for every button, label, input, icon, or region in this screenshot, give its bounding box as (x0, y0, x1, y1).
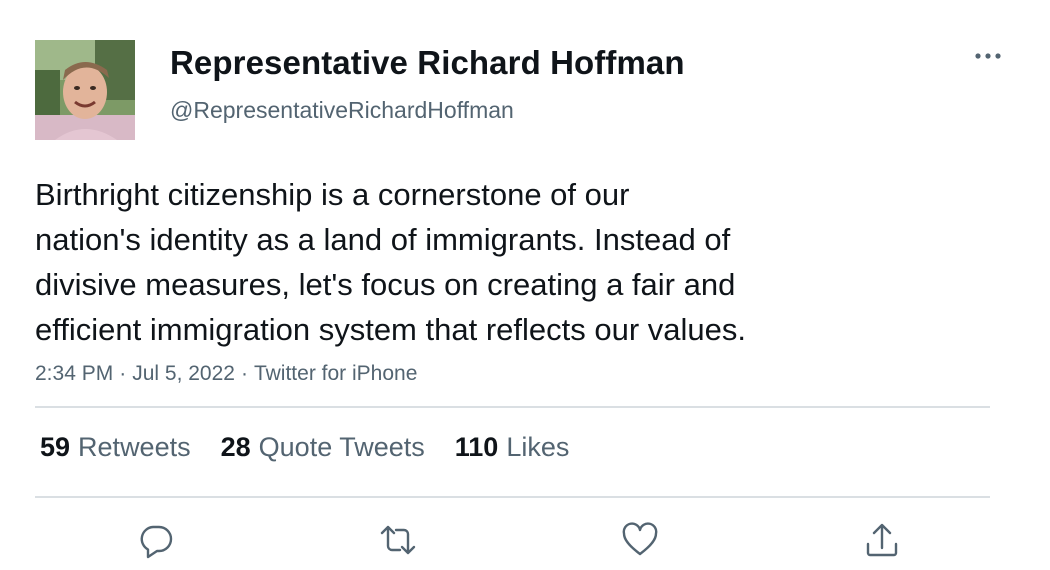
tweet-source[interactable]: Twitter for iPhone (254, 362, 417, 385)
retweets-stat[interactable]: 59 Retweets (40, 432, 191, 463)
tweet-date[interactable]: Jul 5, 2022 (132, 362, 235, 385)
tweet-text-line: Birthright citizenship is a cornerstone … (35, 177, 630, 212)
retweets-label: Retweets (78, 432, 191, 462)
author-display-name[interactable]: Representative Richard Hoffman (170, 44, 685, 82)
like-icon[interactable] (620, 520, 660, 560)
likes-count: 110 (454, 432, 499, 462)
divider (35, 496, 990, 498)
tweet-time[interactable]: 2:34 PM (35, 362, 113, 385)
tweet-text-line: efficient immigration system that reflec… (35, 312, 746, 347)
reply-icon[interactable] (136, 520, 176, 560)
more-horizontal-icon[interactable] (972, 44, 1004, 68)
author-handle[interactable]: @RepresentativeRichardHoffman (170, 97, 514, 124)
quote-tweets-stat[interactable]: 28 Quote Tweets (221, 432, 425, 463)
likes-label: Likes (506, 432, 570, 462)
quote-tweets-count: 28 (220, 432, 251, 462)
quote-tweets-label: Quote Tweets (258, 432, 425, 462)
tweet-metadata: 2:34 PM · Jul 5, 2022 · Twitter for iPhone (35, 362, 417, 386)
meta-separator: · (119, 362, 127, 385)
tweet-text-line: divisive measures, let's focus on creati… (35, 267, 736, 302)
meta-separator: · (240, 362, 248, 385)
tweet-text-line: nation's identity as a land of immigrant… (35, 222, 731, 257)
avatar[interactable] (35, 40, 135, 140)
likes-stat[interactable]: 110 Likes (455, 432, 570, 463)
tweet-text: Birthright citizenship is a cornerstone … (35, 172, 935, 352)
share-icon[interactable] (862, 520, 902, 560)
divider (35, 406, 990, 408)
retweets-count: 59 (40, 432, 71, 462)
retweet-icon[interactable] (378, 520, 418, 560)
tweet-page: Representative Richard Hoffman @Represen… (0, 0, 1050, 570)
engagement-stats: 59 Retweets 28 Quote Tweets 110 Likes (40, 432, 569, 463)
